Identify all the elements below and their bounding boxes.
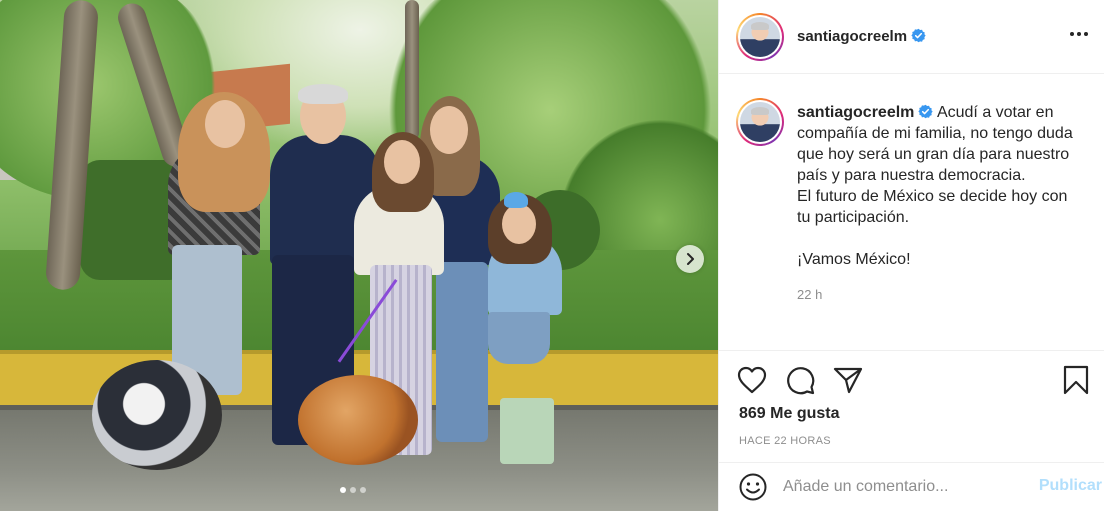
person-teen-face <box>205 100 245 148</box>
caption-username[interactable]: santiagocreelm <box>797 104 914 121</box>
person-girl-face <box>384 140 420 184</box>
comment-icon <box>787 367 815 395</box>
likes-count[interactable]: 869 Me gusta <box>739 405 839 423</box>
verified-badge-icon <box>911 28 926 43</box>
header-username[interactable]: santiagocreelm <box>797 28 926 45</box>
emoji-button[interactable] <box>737 471 769 503</box>
person-child-denim-skirt <box>488 312 550 364</box>
more-horizontal-icon <box>1070 32 1088 36</box>
post-time-ago[interactable]: HACE 22 HORAS <box>739 435 831 447</box>
caption-avatar-ring[interactable] <box>736 98 784 146</box>
person-child-face <box>502 204 536 244</box>
carousel-dot <box>360 487 366 493</box>
post-header: santiagocreelm <box>719 0 1104 74</box>
tree-trunk <box>405 0 419 140</box>
verified-badge-icon <box>918 104 934 119</box>
caption-line: ¡Vamos México! <box>797 251 911 268</box>
carousel-indicator <box>340 487 366 493</box>
chevron-right-icon <box>687 253 694 265</box>
more-options-button[interactable] <box>1065 24 1093 44</box>
comment-bar: Publicar <box>719 462 1104 511</box>
caption-line: El futuro de México se decide hoy con tu… <box>797 188 1068 226</box>
heart-icon <box>737 366 767 394</box>
comment-input[interactable] <box>783 478 1023 496</box>
profile-avatar-ring[interactable] <box>736 12 784 61</box>
caption-timestamp[interactable]: 22 h <box>797 284 1085 305</box>
post-photo[interactable] <box>0 0 718 511</box>
post-caption: santiagocreelm Acudí a votar en compañía… <box>736 98 1096 305</box>
carousel-dot-active <box>340 487 346 493</box>
profile-avatar <box>740 16 780 57</box>
share-button[interactable] <box>833 365 863 395</box>
caption-text: santiagocreelm Acudí a votar en compañía… <box>797 102 1085 305</box>
person-woman-face <box>430 106 468 154</box>
emoji-icon <box>739 473 767 501</box>
post-side-panel: santiagocreelm santiagocreelm Acudí a vo… <box>718 0 1104 511</box>
carousel-next-button[interactable] <box>676 245 704 273</box>
like-button[interactable] <box>737 365 767 395</box>
publish-button[interactable]: Publicar <box>1039 477 1102 495</box>
save-button[interactable] <box>1061 365 1091 395</box>
person-child-hair-bow <box>504 192 528 208</box>
person-child-green-boots <box>500 398 554 464</box>
person-man-hair <box>298 84 348 104</box>
header-username-text[interactable]: santiagocreelm <box>797 28 907 45</box>
bookmark-icon <box>1063 365 1089 395</box>
caption-blank-line <box>797 228 1085 249</box>
comment-button[interactable] <box>785 365 815 395</box>
caption-avatar <box>740 102 780 142</box>
dog-border-collie <box>92 360 222 470</box>
carousel-dot <box>350 487 356 493</box>
person-woman-jeans <box>436 262 488 442</box>
share-icon <box>833 367 863 394</box>
